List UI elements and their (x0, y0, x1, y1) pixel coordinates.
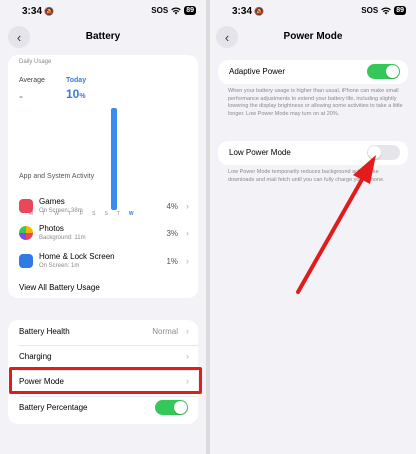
battery-screen: 3:34 🔕 SOS 89 ‹ Battery Daily Usage Avera… (0, 0, 206, 454)
home-lock-icon (19, 254, 33, 268)
app-sub: On Screen: 38m (39, 208, 83, 214)
chevron-right-icon: › (186, 228, 189, 238)
divider (19, 396, 198, 397)
activity-heading: App and System Activity (19, 173, 95, 180)
app-percent: 3% (166, 229, 178, 238)
games-icon (19, 199, 33, 213)
chevron-right-icon: › (186, 326, 189, 336)
app-name: Photos (39, 224, 64, 233)
row-label: Battery Health (19, 327, 70, 336)
app-name: Home & Lock Screen (39, 252, 115, 261)
chevron-right-icon: › (186, 201, 189, 211)
app-row-photos[interactable]: Photos Background: 11m 3% › (19, 224, 190, 248)
photos-icon (19, 226, 33, 240)
toggle-knob (174, 401, 187, 414)
charging-row[interactable]: Charging › (19, 347, 190, 367)
app-name: Games (39, 197, 65, 206)
app-sub: On Screen: 1m (39, 263, 80, 269)
daily-usage-label: Daily Usage (19, 59, 52, 65)
today-value: 10% (66, 87, 86, 101)
app-sub: Background: 11m (39, 235, 86, 241)
view-all-battery-usage-link[interactable]: View All Battery Usage (19, 283, 100, 292)
chevron-right-icon: › (186, 351, 189, 361)
average-label: Average (19, 77, 45, 84)
battery-percentage-toggle[interactable] (155, 400, 188, 415)
power-mode-highlight-box (9, 367, 202, 394)
today-label: Today (66, 77, 87, 84)
row-label: Battery Percentage (19, 403, 88, 412)
app-row-home-lock[interactable]: Home & Lock Screen On Screen: 1m 1% › (19, 252, 190, 276)
sos-indicator: SOS (151, 6, 169, 15)
today-usage-bar[interactable] (111, 108, 117, 210)
bell-slash-icon: 🔕 (44, 7, 54, 16)
page-title: Battery (85, 31, 121, 42)
divider (19, 345, 198, 346)
status-bar: 3:34 🔕 SOS 89 (0, 6, 206, 20)
app-percent: 4% (166, 202, 178, 211)
battery-icon: 89 (184, 6, 196, 15)
battery-health-value: Normal (152, 327, 178, 336)
app-row-games[interactable]: Games On Screen: 38m 4% › (19, 197, 190, 221)
power-mode-screen: 3:34 🔕 SOS 89 ‹ Power Mode Adaptive Power… (210, 0, 416, 454)
wifi-icon (171, 7, 182, 15)
red-arrow-annotation (296, 155, 376, 294)
chevron-right-icon: › (186, 256, 189, 266)
battery-health-row[interactable]: Battery Health Normal › (19, 322, 190, 342)
app-percent: 1% (166, 257, 178, 266)
average-value: - (19, 89, 23, 103)
status-time: 3:34 🔕 (22, 6, 54, 17)
row-label: Charging (19, 352, 52, 361)
